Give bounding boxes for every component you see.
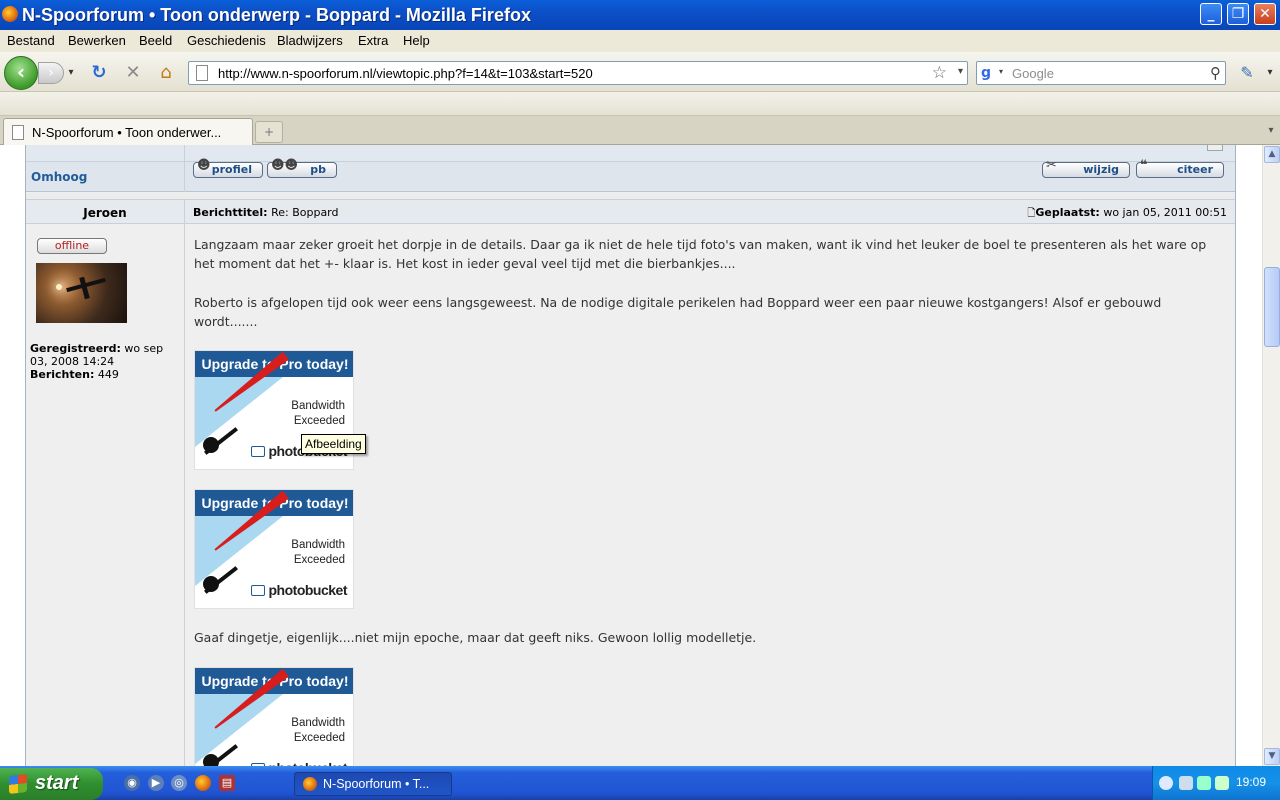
menu-extra[interactable]: Extra — [358, 33, 388, 48]
post-paragraph: Langzaam maar zeker groeit het dorpje in… — [194, 237, 1207, 271]
reload-icon[interactable]: ↻ — [88, 62, 110, 84]
url-text: http://www.n-spoorforum.nl/viewtopic.php… — [218, 66, 593, 81]
previous-post-footer: Omhoog ☻ profiel ☻☻ pb ✂ wijzig ❝ citeer — [26, 158, 1235, 192]
quicklaunch-icon[interactable]: ◉ — [124, 775, 140, 791]
stop-icon[interactable]: ✕ — [122, 62, 144, 84]
post-subject: Berichttitel: Re: Boppard — [193, 206, 339, 219]
users-icon: ☻☻ — [271, 158, 299, 173]
bookmark-star-icon[interactable]: ☆ — [932, 63, 947, 83]
page-icon — [196, 65, 208, 81]
bookmarks-toolbar — [0, 92, 1280, 116]
back-to-top-link[interactable]: Omhoog — [31, 170, 87, 184]
author-panel: offline Geregistreerd: wo sep 03, 2008 1… — [26, 224, 184, 766]
edit-icon: ✂ — [1046, 158, 1057, 173]
author-info: Geregistreerd: wo sep 03, 2008 14:24 Ber… — [30, 342, 164, 381]
menu-geschiedenis[interactable]: Geschiedenis — [187, 33, 266, 48]
camera-icon — [250, 446, 265, 457]
image-tooltip: Afbeelding — [301, 434, 366, 454]
tray-arrow-icon[interactable] — [1159, 776, 1173, 790]
post-header: Jeroen Berichttitel: Re: Boppard 🗋Geplaa… — [26, 199, 1235, 225]
quicklaunch-icon[interactable]: ◎ — [171, 775, 187, 791]
post-paragraph: Gaaf dingetje, eigenlijk....niet mijn ep… — [194, 630, 757, 645]
user-icon: ☻ — [197, 158, 211, 173]
menu-bar: Bestand Bewerken Beeld Geschiedenis Blad… — [0, 30, 1280, 52]
pm-button[interactable]: ☻☻ pb — [267, 158, 337, 178]
taskbar-firefox-window[interactable]: N-Spoorforum • T... — [294, 772, 452, 796]
url-bar[interactable]: http://www.n-spoorforum.nl/viewtopic.php… — [188, 61, 968, 85]
post-date: 🗋Geplaatst: wo jan 05, 2011 00:51 — [1027, 206, 1227, 219]
network-icon[interactable] — [1179, 776, 1193, 790]
windows-taskbar: start ◉ ▶ ◎ ▤ N-Spoorforum • T... 19:09 — [0, 766, 1280, 800]
tab-list-dropdown-icon[interactable]: ▾ — [1262, 118, 1280, 144]
url-dropdown-icon[interactable]: ▾ — [958, 66, 963, 77]
quicklaunch-icon[interactable]: ▶ — [148, 775, 164, 791]
quote-button[interactable]: ❝ citeer — [1136, 158, 1224, 178]
new-tab-button[interactable]: + — [255, 121, 283, 143]
scrollbar-thumb[interactable] — [1264, 267, 1280, 347]
back-button[interactable]: ‹ — [4, 56, 38, 90]
post-body: Langzaam maar zeker groeit het dorpje in… — [184, 224, 1235, 766]
status-badge: offline — [37, 238, 107, 254]
firefox-icon — [2, 6, 18, 22]
system-tray: 19:09 — [1152, 766, 1280, 800]
post-author: Jeroen — [83, 206, 127, 220]
quote-icon: ❝ — [1140, 158, 1148, 173]
window-titlebar: N-Spoorforum • Toon onderwerp - Boppard … — [0, 0, 1280, 30]
search-icon[interactable]: ⚲ — [1210, 64, 1221, 82]
tab-page-icon — [12, 125, 24, 140]
google-icon[interactable]: g — [981, 65, 997, 81]
forward-button[interactable]: › — [38, 62, 64, 84]
post-paragraph: Roberto is afgelopen tijd ook weer eens … — [194, 295, 1162, 329]
page-content: Omhoog ☻ profiel ☻☻ pb ✂ wijzig ❝ citeer… — [0, 145, 1262, 766]
scroll-up-arrow-icon[interactable]: ▲ — [1264, 146, 1280, 163]
tab-active[interactable]: N-Spoorforum • Toon onderwer... — [3, 118, 253, 145]
tab-label: N-Spoorforum • Toon onderwer... — [32, 125, 222, 140]
photobucket-logo: photobucket — [250, 582, 347, 598]
firefox-quicklaunch-icon[interactable] — [195, 775, 211, 791]
post-image[interactable]: Upgrade to Pro today! BandwidthExceeded … — [194, 489, 354, 609]
quicklaunch-icon[interactable]: ▤ — [219, 775, 235, 791]
clock: 19:09 — [1235, 775, 1266, 789]
search-placeholder: Google — [1012, 66, 1054, 81]
menu-help[interactable]: Help — [403, 33, 430, 48]
camera-icon — [250, 585, 265, 596]
windows-logo-icon — [9, 774, 27, 794]
post-report-icon[interactable] — [1207, 145, 1223, 151]
navigation-toolbar: ‹ › ▾ ↻ ✕ ⌂ http://www.n-spoorforum.nl/v… — [0, 52, 1280, 92]
menu-bewerken[interactable]: Bewerken — [68, 33, 126, 48]
start-button[interactable]: start — [0, 768, 103, 800]
menu-beeld[interactable]: Beeld — [139, 33, 172, 48]
window-title: N-Spoorforum • Toon onderwerp - Boppard … — [22, 5, 531, 25]
search-input[interactable]: g ▾ Google ⚲ — [976, 61, 1226, 85]
tab-bar: N-Spoorforum • Toon onderwer... + ▾ — [0, 116, 1280, 145]
avatar — [36, 263, 127, 323]
security-icon[interactable] — [1215, 776, 1229, 790]
close-icon[interactable]: ✕ — [1254, 3, 1276, 25]
addon-icon[interactable]: ✎ — [1236, 62, 1258, 84]
firefox-icon — [303, 777, 317, 791]
post-image[interactable]: Upgrade to Pro today! BandwidthExceeded … — [194, 667, 354, 766]
minimize-icon[interactable]: _ — [1200, 3, 1222, 25]
scroll-down-arrow-icon[interactable]: ▼ — [1264, 748, 1280, 765]
tray-icon[interactable] — [1197, 776, 1211, 790]
menu-bestand[interactable]: Bestand — [7, 33, 55, 48]
toolbar-dropdown-icon[interactable]: ▾ — [1264, 62, 1276, 84]
profile-button[interactable]: ☻ profiel — [193, 158, 263, 178]
vertical-scrollbar[interactable]: ▲ ▼ — [1262, 145, 1280, 766]
home-icon[interactable]: ⌂ — [155, 62, 177, 84]
search-engine-dropdown-icon[interactable]: ▾ — [999, 67, 1003, 76]
history-dropdown-icon[interactable]: ▾ — [66, 62, 76, 84]
restore-icon[interactable]: ❐ — [1227, 3, 1249, 25]
edit-button[interactable]: ✂ wijzig — [1042, 158, 1130, 178]
menu-bladwijzers[interactable]: Bladwijzers — [277, 33, 343, 48]
forum-post-table: Omhoog ☻ profiel ☻☻ pb ✂ wijzig ❝ citeer… — [25, 145, 1236, 766]
